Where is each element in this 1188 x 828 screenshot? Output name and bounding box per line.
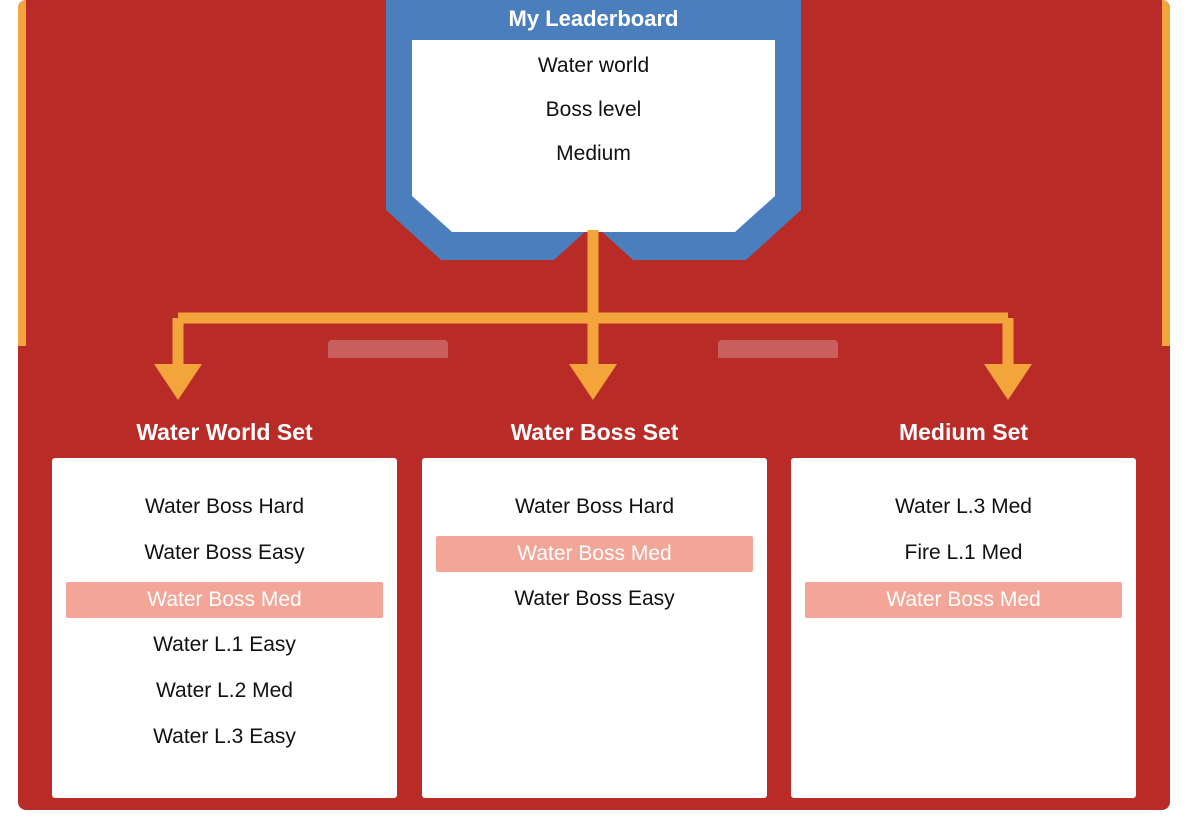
set-body: Water Boss Hard Water Boss Med Water Bos…: [422, 458, 767, 798]
frame-edge-left: [18, 0, 26, 346]
list-item: Fire L.1 Med: [805, 536, 1122, 570]
list-item: Water L.3 Easy: [66, 720, 383, 754]
tab-stub: [328, 340, 448, 358]
tab-stub: [718, 340, 838, 358]
list-item: Water Boss Hard: [436, 490, 753, 524]
list-item: Water Boss Hard: [66, 490, 383, 524]
list-item-highlight: Water Boss Med: [66, 582, 383, 618]
set-card-medium: Medium Set Water L.3 Med Fire L.1 Med Wa…: [791, 415, 1136, 795]
list-item: Water L.3 Med: [805, 490, 1122, 524]
list-item: Water L.1 Easy: [66, 628, 383, 662]
frame-edge-right: [1162, 0, 1170, 346]
set-body: Water Boss Hard Water Boss Easy Water Bo…: [52, 458, 397, 798]
list-item-highlight: Water Boss Med: [805, 582, 1122, 618]
set-body: Water L.3 Med Fire L.1 Med Water Boss Me…: [791, 458, 1136, 798]
leaderboard-attr: Boss level: [546, 98, 642, 122]
leaderboard-attributes: Water world Boss level Medium: [412, 40, 775, 200]
diagram-panel: My Leaderboard Water world Boss level Me…: [18, 0, 1170, 810]
leaderboard-title: My Leaderboard: [412, 0, 775, 44]
leaderboard-badge: My Leaderboard Water world Boss level Me…: [386, 0, 801, 262]
set-title: Medium Set: [791, 415, 1136, 458]
set-card-water-world: Water World Set Water Boss Hard Water Bo…: [52, 415, 397, 795]
list-item: Water Boss Easy: [66, 536, 383, 570]
list-item: Water Boss Easy: [436, 582, 753, 616]
list-item: Water L.2 Med: [66, 674, 383, 708]
set-title: Water Boss Set: [422, 415, 767, 458]
set-card-water-boss: Water Boss Set Water Boss Hard Water Bos…: [422, 415, 767, 795]
leaderboard-attr: Medium: [556, 142, 631, 166]
leaderboard-attr: Water world: [538, 54, 649, 78]
list-item-highlight: Water Boss Med: [436, 536, 753, 572]
set-title: Water World Set: [52, 415, 397, 458]
